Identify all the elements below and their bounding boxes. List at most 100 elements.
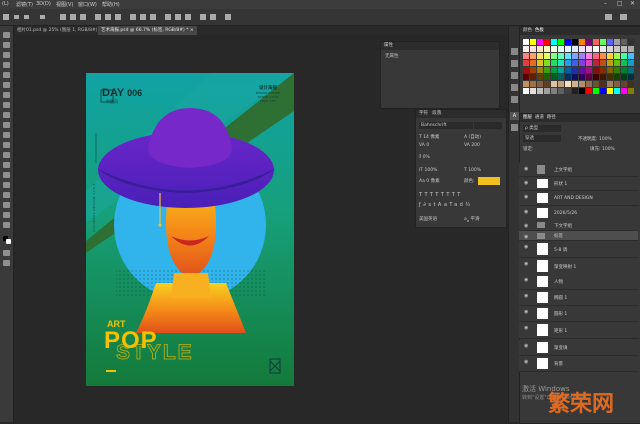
swatch[interactable]: [586, 60, 592, 66]
visibility-eye-icon[interactable]: ◉: [524, 294, 530, 299]
swatch[interactable]: [530, 53, 536, 59]
swatch[interactable]: [558, 39, 564, 45]
swatch[interactable]: [537, 60, 543, 66]
swatch[interactable]: [544, 39, 550, 45]
swatch[interactable]: [537, 74, 543, 80]
swatch[interactable]: [579, 53, 585, 59]
swatch[interactable]: [600, 67, 606, 73]
swatch[interactable]: [572, 46, 578, 52]
menu-item[interactable]: 3D(D): [36, 1, 51, 7]
menu-item[interactable]: 视图(V): [56, 1, 73, 8]
swatch[interactable]: [544, 81, 550, 87]
tab-poster[interactable]: 艺术海报.psd @ 66.7% (标签, RGB/8#) * ×: [98, 26, 197, 35]
swatch-grid[interactable]: [523, 39, 638, 111]
leading-field[interactable]: A (自动): [464, 134, 481, 140]
tab-character[interactable]: 字符: [419, 111, 428, 116]
swatch[interactable]: [621, 39, 627, 45]
swatch[interactable]: [600, 74, 606, 80]
brush-tool-icon[interactable]: [3, 102, 10, 108]
lasso-tool-icon[interactable]: [3, 52, 10, 58]
path-select-tool-icon[interactable]: [3, 192, 10, 198]
screen-mode-icon[interactable]: [3, 260, 10, 266]
swatch[interactable]: [593, 39, 599, 45]
gradient-tool-icon[interactable]: [3, 142, 10, 148]
swatch[interactable]: [523, 88, 529, 94]
visibility-eye-icon[interactable]: ◉: [524, 262, 530, 267]
swatch[interactable]: [579, 60, 585, 66]
swatch[interactable]: [544, 60, 550, 66]
swatch[interactable]: [607, 53, 613, 59]
swatch[interactable]: [600, 39, 606, 45]
swatch[interactable]: [621, 81, 627, 87]
swatch[interactable]: [579, 81, 585, 87]
swatch[interactable]: [523, 67, 529, 73]
marquee-tool-icon[interactable]: [3, 42, 10, 48]
swatch[interactable]: [586, 39, 592, 45]
text-color-swatch[interactable]: [478, 177, 500, 185]
tab-swatches[interactable]: 色板: [535, 28, 544, 33]
visibility-eye-icon[interactable]: ◉: [524, 245, 530, 250]
layer-row[interactable]: ◉ 5-8 调: [519, 241, 638, 258]
swatch[interactable]: [551, 46, 557, 52]
swatch[interactable]: [523, 53, 529, 59]
swatch[interactable]: [593, 60, 599, 66]
type-tool-icon[interactable]: [3, 182, 10, 188]
swatch[interactable]: [537, 53, 543, 59]
swatch[interactable]: [586, 53, 592, 59]
font-family-select[interactable]: Bahnschrift: [419, 122, 473, 129]
swatch[interactable]: [523, 46, 529, 52]
swatch[interactable]: [579, 88, 585, 94]
swatch[interactable]: [614, 46, 620, 52]
hand-tool-icon[interactable]: [3, 212, 10, 218]
swatch[interactable]: [628, 74, 634, 80]
crop-tool-icon[interactable]: [3, 72, 10, 78]
swatch[interactable]: [628, 60, 634, 66]
swatch[interactable]: [572, 39, 578, 45]
swatch[interactable]: [579, 67, 585, 73]
menu-item[interactable]: (L): [2, 1, 9, 7]
vertical-scale-field[interactable]: IT 100%: [419, 168, 437, 173]
zoom-tool-icon[interactable]: [3, 222, 10, 228]
swatch[interactable]: [537, 81, 543, 87]
language-select[interactable]: 美国英语: [419, 216, 437, 222]
menu-item[interactable]: 窗口(W): [78, 1, 97, 8]
swatch[interactable]: [558, 67, 564, 73]
swatch[interactable]: [544, 46, 550, 52]
visibility-eye-icon[interactable]: ◉: [524, 181, 530, 186]
swatch[interactable]: [537, 67, 543, 73]
swatch[interactable]: [551, 74, 557, 80]
swatch[interactable]: [551, 81, 557, 87]
opentype-buttons[interactable]: ƒ∂stAaTad½: [419, 202, 473, 208]
brush-panel-icon[interactable]: [511, 84, 518, 91]
styles-icon[interactable]: [511, 72, 518, 79]
swatch[interactable]: [530, 81, 536, 87]
swatch[interactable]: [600, 53, 606, 59]
swatch[interactable]: [572, 81, 578, 87]
swatch[interactable]: [586, 81, 592, 87]
visibility-eye-icon[interactable]: ◉: [524, 195, 530, 200]
swatch[interactable]: [593, 74, 599, 80]
swatch[interactable]: [607, 46, 613, 52]
pen-tool-icon[interactable]: [3, 172, 10, 178]
swatch[interactable]: [614, 53, 620, 59]
swatch[interactable]: [621, 60, 627, 66]
menu-item[interactable]: 帮助(H): [102, 1, 120, 8]
swatch[interactable]: [600, 88, 606, 94]
swatch[interactable]: [586, 88, 592, 94]
visibility-eye-icon[interactable]: ◉: [524, 210, 530, 215]
swatch[interactable]: [586, 46, 592, 52]
eraser-tool-icon[interactable]: [3, 132, 10, 138]
kerning-field[interactable]: VA 0: [419, 143, 429, 148]
character-panel-icon[interactable]: A: [510, 112, 519, 120]
visibility-eye-icon[interactable]: ◉: [524, 344, 530, 349]
tab-paragraph[interactable]: 段落: [432, 111, 441, 116]
swatch[interactable]: [565, 39, 571, 45]
background-color-icon[interactable]: [6, 239, 11, 244]
swatch[interactable]: [537, 88, 543, 94]
swatch[interactable]: [572, 53, 578, 59]
swatch[interactable]: [530, 39, 536, 45]
swatch[interactable]: [600, 81, 606, 87]
swatch[interactable]: [558, 53, 564, 59]
swatch[interactable]: [551, 39, 557, 45]
swatch[interactable]: [621, 88, 627, 94]
